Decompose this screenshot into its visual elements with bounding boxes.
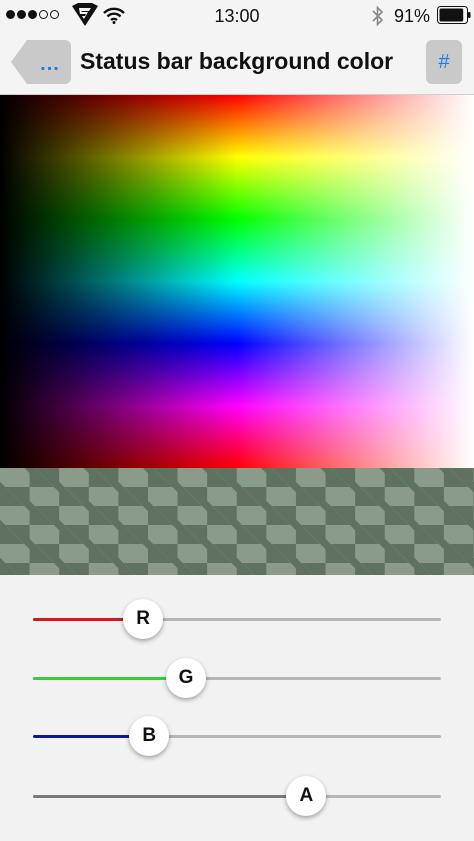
color-preview-checkerboard — [0, 468, 474, 575]
slider-g[interactable]: G — [33, 658, 441, 698]
back-button[interactable]: ... — [11, 40, 71, 84]
slider-a[interactable]: A — [33, 776, 441, 816]
battery-icon — [437, 6, 471, 24]
slider-thumb-a[interactable]: A — [286, 776, 327, 816]
navigation-bar: ... Status bar background color # — [0, 32, 474, 95]
tint-gradient — [0, 95, 474, 468]
hex-input-button[interactable]: # — [426, 40, 462, 84]
slider-b[interactable]: B — [33, 716, 441, 756]
color-spectrum-picker[interactable] — [0, 95, 474, 468]
slider-r[interactable]: R — [33, 599, 441, 639]
bluetooth-icon — [372, 5, 384, 27]
slider-fill — [33, 677, 186, 680]
back-button-label: ... — [40, 53, 60, 75]
page-title: Status bar background color — [80, 48, 394, 74]
slider-thumb-b[interactable]: B — [129, 716, 170, 756]
slider-fill — [33, 795, 307, 798]
battery-percentage: 91% — [394, 6, 431, 26]
slider-thumb-g[interactable]: G — [166, 658, 206, 698]
status-bar: 13:00 91% — [0, 0, 474, 32]
slider-thumb-r[interactable]: R — [123, 599, 164, 639]
